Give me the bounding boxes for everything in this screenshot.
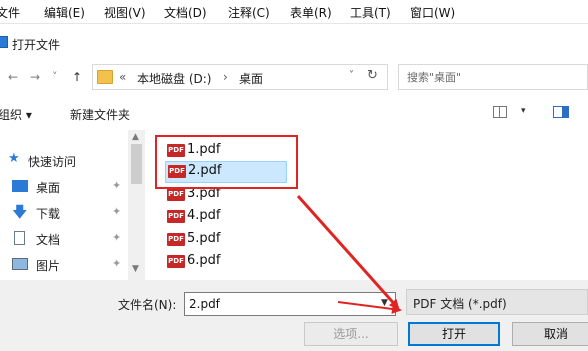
filename-label: 文件名(N):: [118, 298, 177, 312]
pin-icon[interactable]: ✦: [112, 257, 121, 270]
filetype-value: PDF 文档 (*.pdf): [413, 297, 507, 311]
dialog-titlebar: 打开文件: [0, 24, 588, 60]
file-name: 4.pdf: [187, 208, 221, 223]
pictures-icon: [12, 258, 28, 270]
menu-document[interactable]: 文档(D): [164, 4, 207, 21]
navigation-pane: ★ 快速访问 桌面 ✦ 🡇 下载 ✦ 文档 ✦ 图片 ✦ ▲ ▼: [0, 130, 145, 280]
filename-dropdown-icon[interactable]: ▼: [381, 298, 388, 308]
view-options-icon[interactable]: [493, 106, 507, 118]
filetype-select[interactable]: PDF 文档 (*.pdf): [406, 289, 588, 315]
folder-icon: [97, 70, 113, 84]
breadcrumb-overflow[interactable]: «: [119, 70, 126, 84]
nav-item-label: 桌面: [36, 181, 61, 195]
address-dropdown-icon[interactable]: ˅: [349, 70, 354, 81]
file-item[interactable]: PDF 5.pdf: [167, 229, 287, 249]
pdf-file-icon: PDF: [167, 210, 185, 223]
menu-window[interactable]: 窗口(W): [410, 4, 455, 21]
refresh-icon[interactable]: ↻: [367, 68, 378, 83]
pin-icon[interactable]: ✦: [112, 231, 121, 244]
open-button[interactable]: 打开: [408, 322, 500, 346]
recent-locations-icon[interactable]: ˅: [52, 70, 58, 83]
open-file-icon: [0, 36, 8, 48]
up-arrow-icon[interactable]: ↑: [72, 70, 82, 84]
breadcrumb-drive[interactable]: 本地磁盘 (D:): [137, 70, 211, 87]
nav-item-pictures[interactable]: 图片 ✦: [0, 254, 128, 274]
breadcrumb-separator: ›: [223, 70, 228, 84]
back-arrow-icon[interactable]: ←: [8, 70, 18, 84]
download-icon: 🡇: [12, 203, 28, 221]
preview-pane-icon[interactable]: [553, 106, 569, 118]
breadcrumb-desktop[interactable]: 桌面: [239, 70, 263, 87]
dialog-title: 打开文件: [12, 38, 61, 52]
cancel-button[interactable]: 取消: [512, 322, 588, 346]
nav-scrollbar[interactable]: ▲ ▼: [128, 130, 145, 280]
pdf-file-icon: PDF: [167, 255, 185, 268]
nav-item-desktop[interactable]: 桌面 ✦: [0, 176, 128, 196]
document-icon: [14, 231, 25, 245]
file-name: 5.pdf: [187, 231, 221, 246]
pdf-file-icon: PDF: [167, 233, 185, 246]
file-item[interactable]: PDF 4.pdf: [167, 206, 287, 226]
nav-item-documents[interactable]: 文档 ✦: [0, 228, 128, 248]
menu-edit[interactable]: 编辑(E): [44, 4, 85, 21]
nav-item-downloads[interactable]: 🡇 下载 ✦: [0, 202, 128, 222]
scroll-thumb[interactable]: [131, 144, 142, 184]
address-bar[interactable]: « 本地磁盘 (D:) › 桌面 ˅ ↻: [92, 64, 388, 90]
forward-arrow-icon[interactable]: →: [30, 70, 40, 84]
view-dropdown-icon[interactable]: ▾: [521, 106, 526, 116]
scroll-up-icon[interactable]: ▲: [132, 132, 139, 142]
menu-file[interactable]: 文件: [0, 4, 20, 21]
nav-item-label: 下载: [36, 207, 61, 221]
pdf-file-icon: PDF: [167, 188, 185, 201]
nav-item-label: 文档: [36, 233, 61, 247]
filename-input[interactable]: [189, 296, 369, 312]
search-input[interactable]: [407, 69, 577, 85]
file-item[interactable]: PDF 6.pdf: [167, 251, 287, 271]
menu-comment[interactable]: 注释(C): [228, 4, 270, 21]
menu-tools[interactable]: 工具(T): [350, 4, 391, 21]
pin-icon[interactable]: ✦: [112, 179, 121, 192]
dialog-footer: 文件名(N): ▼ PDF 文档 (*.pdf) 选项... 打开 取消: [0, 280, 588, 351]
desktop-icon: [12, 180, 28, 192]
file-name: 6.pdf: [187, 253, 221, 268]
menu-view[interactable]: 视图(V): [104, 4, 146, 21]
new-folder-button[interactable]: 新建文件夹: [70, 106, 130, 123]
organize-button[interactable]: 组织 ▾: [0, 106, 32, 123]
scroll-down-icon[interactable]: ▼: [132, 264, 139, 274]
app-menubar: 文件 编辑(E) 视图(V) 文档(D) 注释(C) 表单(R) 工具(T) 窗…: [0, 0, 588, 24]
star-icon: ★: [8, 151, 20, 166]
address-row: ← → ˅ ↑ « 本地磁盘 (D:) › 桌面 ˅ ↻: [0, 60, 588, 96]
annotation-highlight-box: [155, 135, 298, 189]
toolbar: 组织 ▾ 新建文件夹 ▾: [0, 96, 588, 130]
options-button[interactable]: 选项...: [304, 322, 398, 346]
filename-combobox[interactable]: ▼: [184, 292, 396, 316]
pin-icon[interactable]: ✦: [112, 205, 121, 218]
search-box[interactable]: [398, 64, 588, 90]
nav-item-label: 图片: [36, 259, 61, 273]
nav-item-quick-access[interactable]: ★ 快速访问: [0, 150, 128, 170]
menu-form[interactable]: 表单(R): [290, 4, 332, 21]
nav-item-label: 快速访问: [28, 155, 77, 169]
